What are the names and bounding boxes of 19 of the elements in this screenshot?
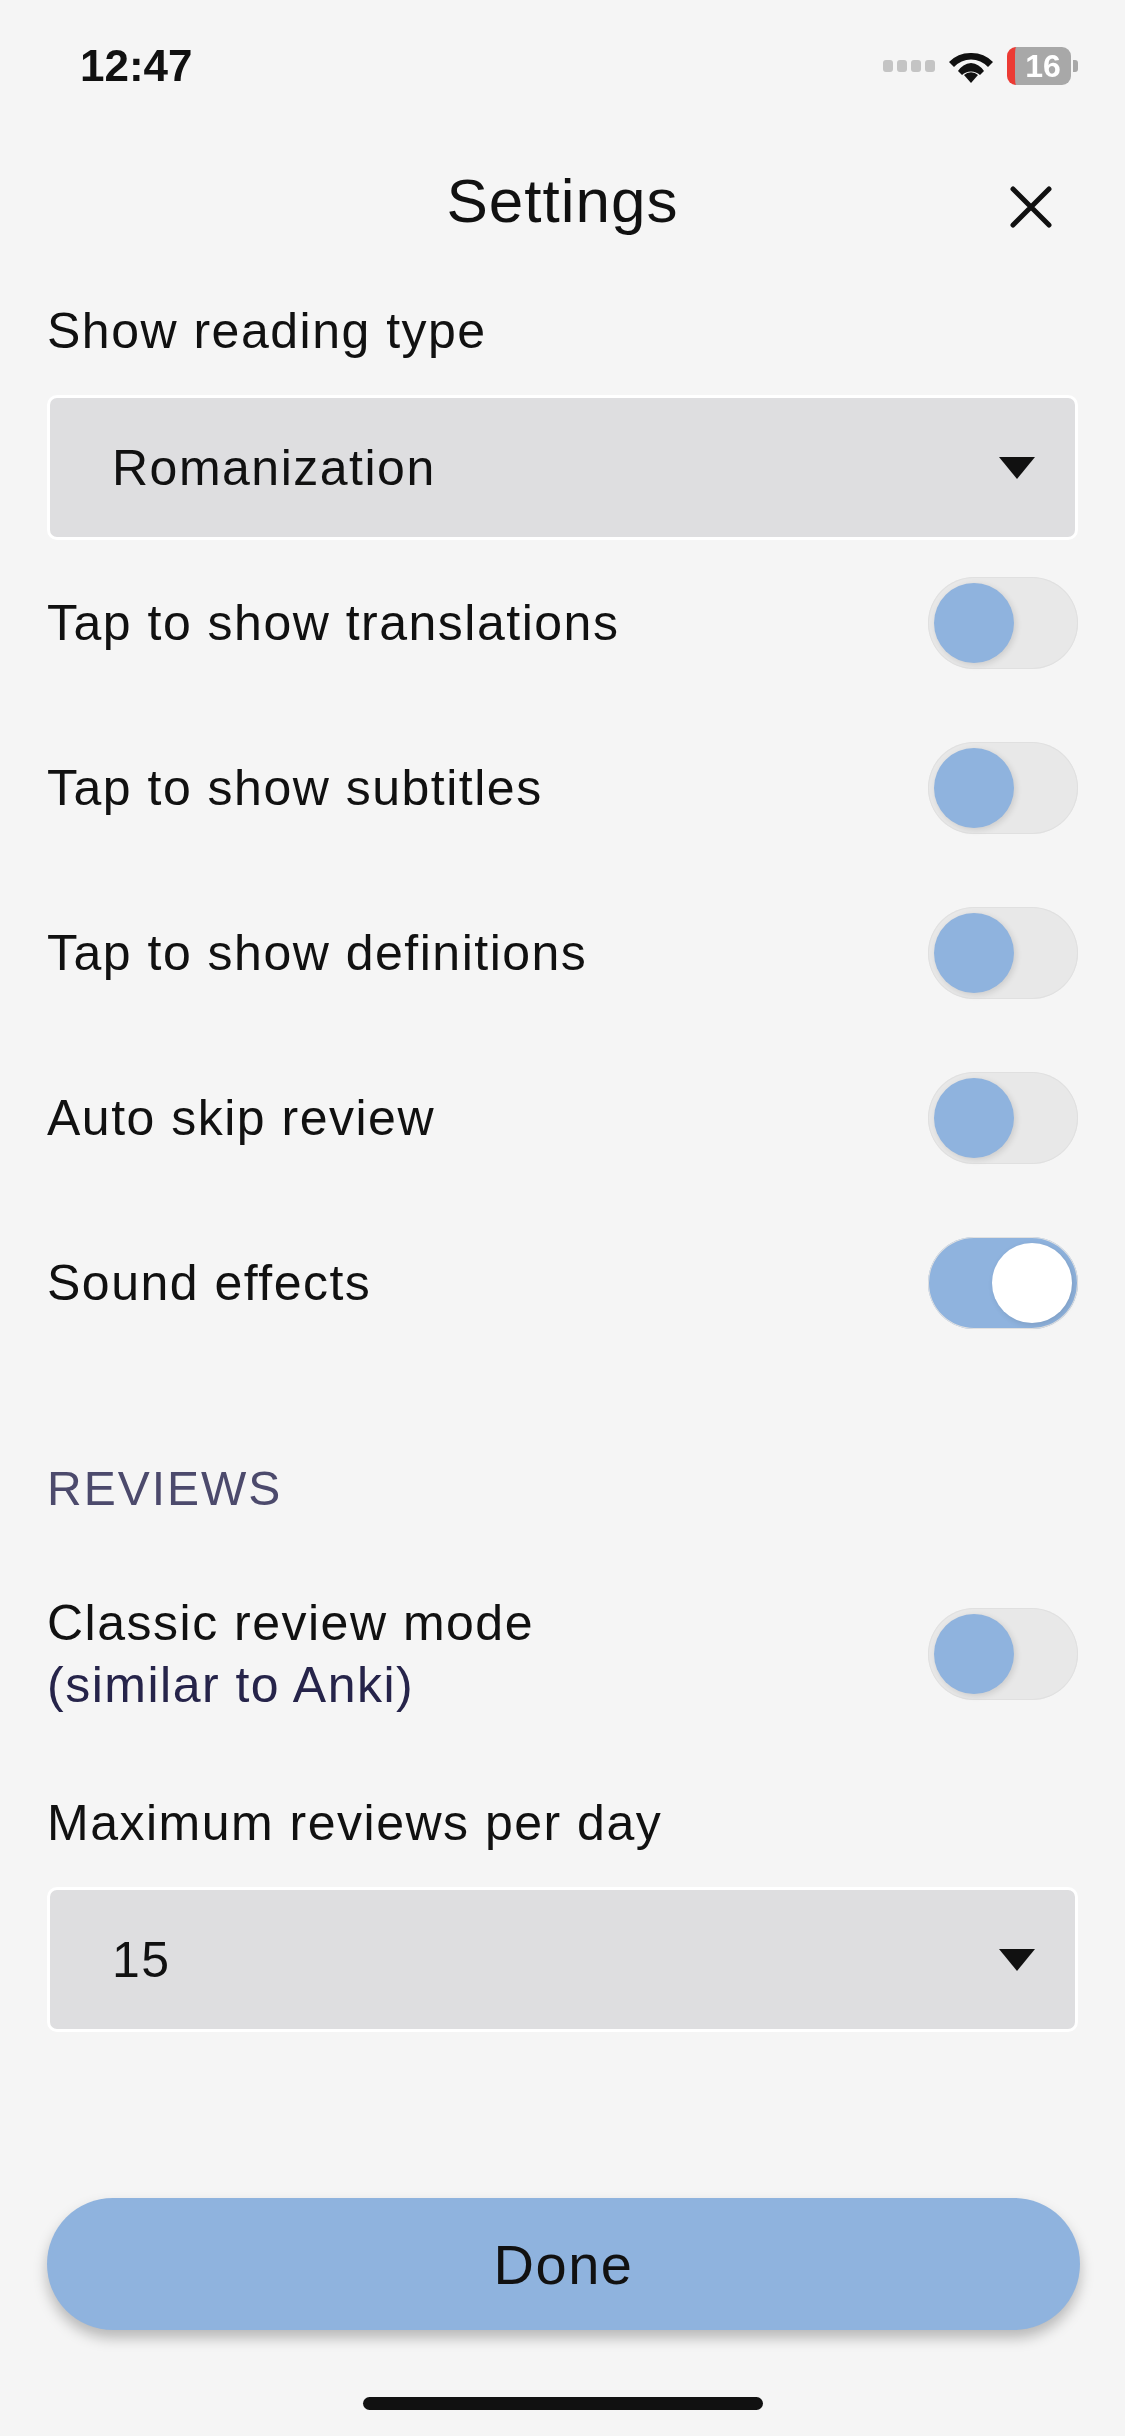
signal-icon — [883, 60, 935, 72]
field-label: Show reading type — [47, 302, 488, 361]
setting-label: Tap to show definitions — [47, 923, 589, 983]
caret-icon — [999, 1948, 1035, 1971]
setting-label: Auto skip review — [47, 1088, 437, 1148]
close-button[interactable] — [1009, 185, 1053, 229]
field-label: Maximum reviews per day — [47, 1794, 664, 1853]
caret-icon — [999, 456, 1035, 479]
setting-label: Tap to show translations — [47, 593, 621, 653]
setting-label: Classic review mode — [47, 1594, 535, 1653]
dropdown[interactable]: 15 — [47, 1887, 1078, 2032]
done-button[interactable]: Done — [47, 2198, 1080, 2330]
setting-sublabel: (similar to Anki) — [47, 1656, 416, 1715]
status-time: 12:47 — [80, 41, 193, 91]
dropdown[interactable]: Romanization — [47, 395, 1078, 540]
section-header: REVIEWS — [47, 1461, 284, 1517]
setting-label: Sound effects — [47, 1253, 373, 1313]
setting-label: Tap to show subtitles — [47, 758, 544, 818]
page-title: Settings — [446, 164, 679, 236]
